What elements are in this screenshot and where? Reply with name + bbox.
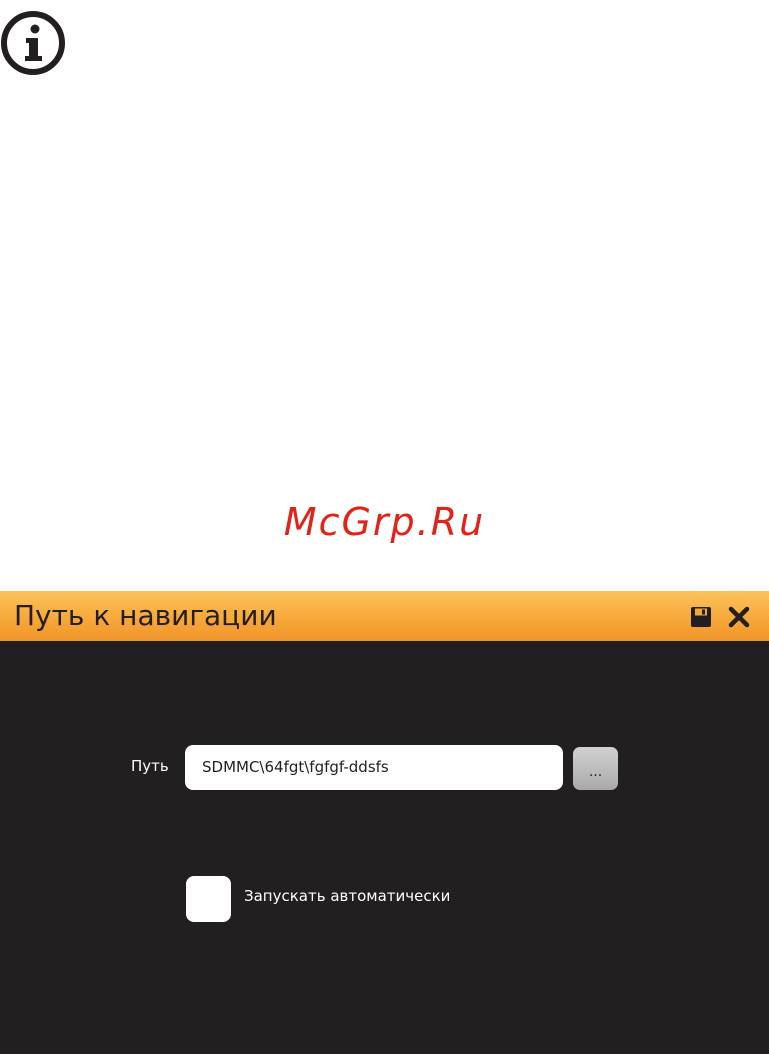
autostart-checkbox[interactable]	[186, 876, 231, 922]
autostart-label: Запускать автоматически	[244, 887, 451, 905]
path-label: Путь	[131, 757, 169, 775]
navigation-path-dialog: Путь к навигации Путь SDMMC\64fgt\fgfgf-…	[0, 591, 769, 1054]
path-input[interactable]: SDMMC\64fgt\fgfgf-ddsfs	[185, 745, 563, 790]
close-icon[interactable]	[728, 606, 750, 628]
watermark: McGrp.Ru	[283, 500, 486, 544]
page: McGrp.Ru Путь к навигации Путь SDMMC\64f…	[0, 0, 769, 1054]
dialog-titlebar: Путь к навигации	[0, 591, 769, 641]
dialog-title: Путь к навигации	[14, 599, 277, 632]
save-icon[interactable]	[690, 606, 712, 628]
info-icon	[1, 11, 65, 75]
browse-button[interactable]: ...	[573, 747, 618, 790]
